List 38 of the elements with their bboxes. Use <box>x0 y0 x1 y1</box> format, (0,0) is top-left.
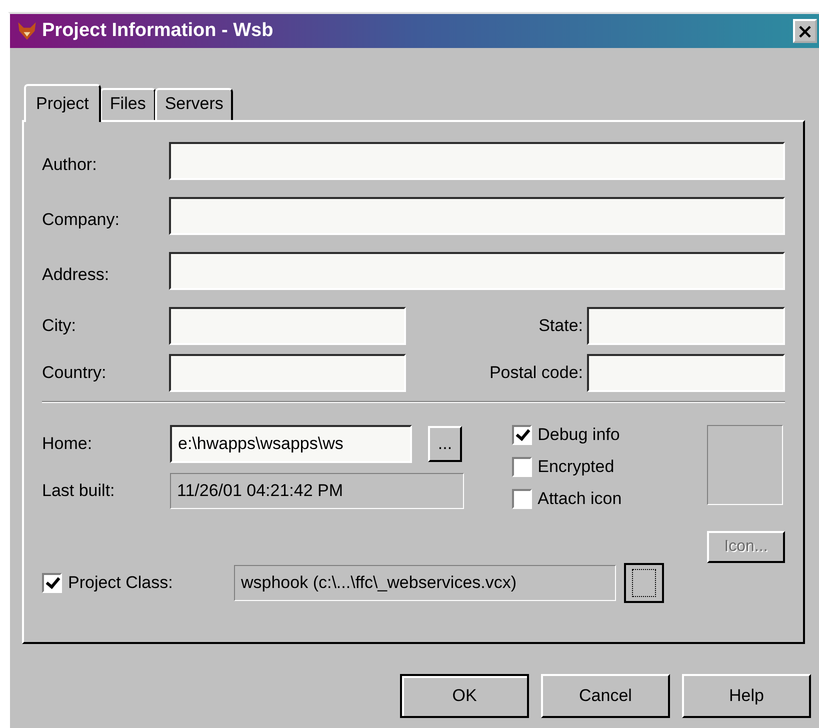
text-field[interactable] <box>169 142 785 180</box>
checkbox-label: Encrypted <box>538 457 614 477</box>
text-field[interactable] <box>168 307 406 345</box>
field-label: Address: <box>42 265 110 285</box>
checkbox[interactable] <box>42 573 62 593</box>
dialog-button[interactable]: OK <box>400 674 529 718</box>
checkbox-label: Debug info <box>538 425 620 445</box>
tab[interactable]: Files <box>100 88 156 120</box>
browse-button[interactable]: ... <box>428 426 462 462</box>
checkbox-label: Project Class: <box>68 573 174 593</box>
read-only-field: wsphook (c:\...\ffc\_webservices.vcx) <box>234 565 616 601</box>
field-label: City: <box>42 316 77 336</box>
text-field[interactable] <box>587 354 785 392</box>
text-field[interactable] <box>168 354 406 392</box>
text-field[interactable] <box>169 197 785 235</box>
field-label: Company: <box>42 210 120 230</box>
tab[interactable]: Servers <box>154 88 234 120</box>
text-field[interactable] <box>587 307 785 345</box>
close-button[interactable]: × <box>793 19 817 43</box>
dialog-button[interactable]: Help <box>682 674 811 718</box>
fox-icon <box>16 20 38 42</box>
window-title: Project Information - Wsb <box>42 20 274 42</box>
text-field[interactable]: e:\hwapps\wsapps\ws <box>170 425 412 463</box>
checkbox[interactable] <box>512 457 532 477</box>
field-label: Last built: <box>42 481 116 501</box>
field-label: Postal code: <box>488 363 584 383</box>
checkbox[interactable] <box>512 489 532 509</box>
tab[interactable]: Project <box>24 84 101 122</box>
field-label: Home: <box>42 434 94 454</box>
field-label: Country: <box>42 363 108 383</box>
checkbox[interactable] <box>512 425 532 445</box>
dialog-button[interactable]: Cancel <box>541 674 670 718</box>
field-label: Author: <box>42 155 98 175</box>
text-field[interactable] <box>169 252 785 290</box>
browse-button[interactable] <box>624 563 664 603</box>
read-only-field: 11/26/01 04:21:42 PM <box>170 473 464 509</box>
checkbox-label: Attach icon <box>538 489 622 509</box>
field-label: State: <box>538 316 584 336</box>
